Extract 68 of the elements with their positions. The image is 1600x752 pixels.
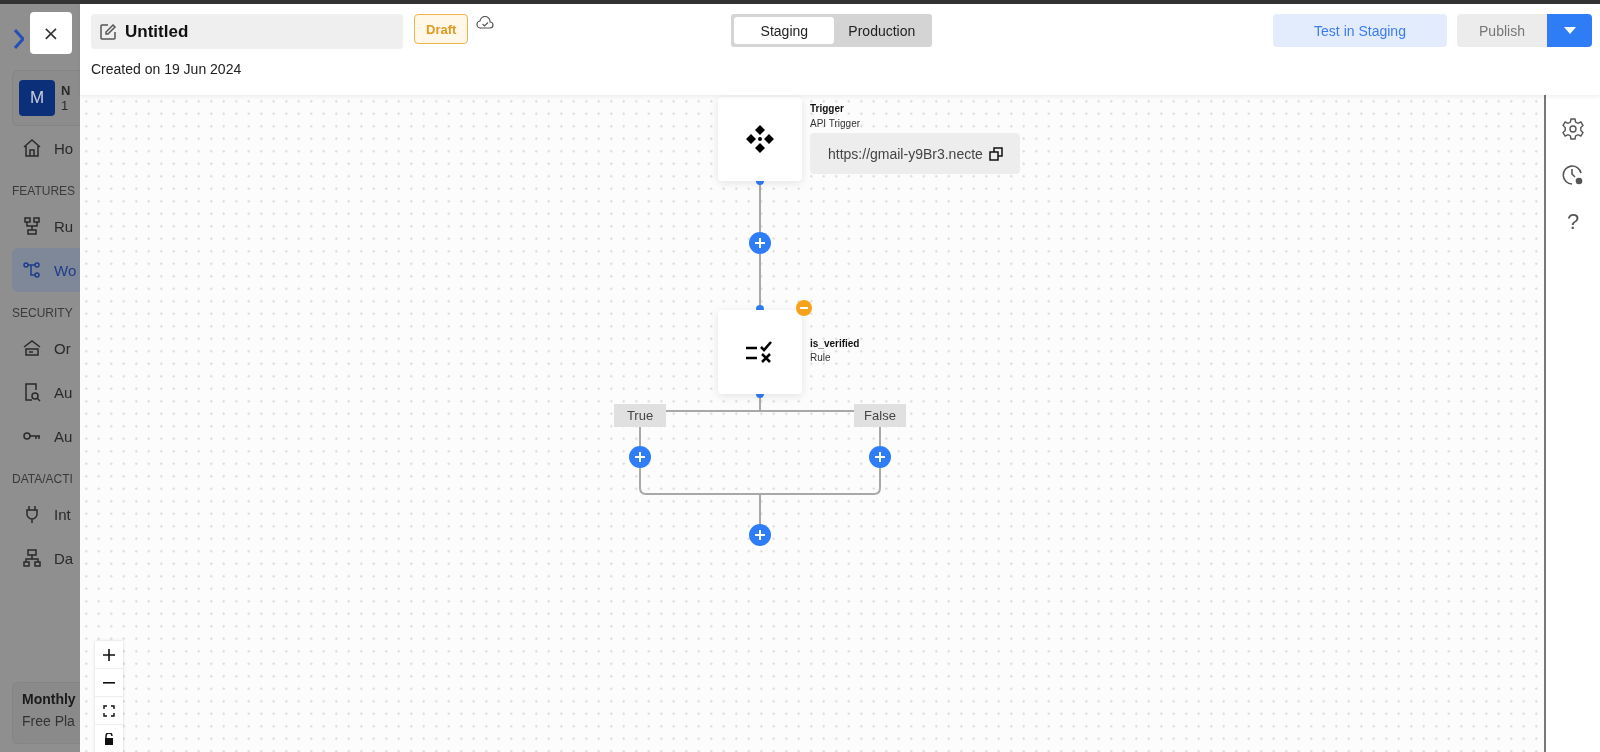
fit-view-button[interactable] (95, 697, 123, 725)
nav-item[interactable]: Wo (12, 248, 80, 292)
account-card[interactable]: M N 1 (12, 70, 80, 126)
section-title: SECURITY (12, 306, 74, 320)
add-step-button[interactable] (869, 446, 891, 468)
minus-icon (800, 307, 808, 309)
plus-icon (102, 647, 116, 662)
section-title: FEATURES (12, 184, 77, 198)
branch-label: True (614, 404, 666, 427)
lock-button[interactable] (95, 725, 123, 752)
section-title: DATA/ACTI (12, 472, 74, 486)
connector-line (639, 426, 641, 447)
plan-subtitle: Free Pla (22, 713, 76, 729)
add-step-button[interactable] (749, 232, 771, 254)
caret-icon (1563, 26, 1576, 35)
node-subtitle: API Trigger (810, 118, 861, 129)
test-button[interactable]: Test in Staging (1273, 14, 1447, 47)
edit-icon (99, 22, 117, 41)
zoom-out-button[interactable] (95, 669, 123, 697)
node-subtitle: Rule (810, 352, 831, 363)
cloud-check-icon (476, 16, 495, 30)
move-arrows-icon (745, 124, 775, 154)
title-field[interactable]: Untitled (91, 14, 403, 49)
tree-icon (22, 216, 42, 236)
status-badge: Draft (414, 14, 469, 44)
clock-gear-icon[interactable] (1561, 163, 1585, 187)
nav-item[interactable]: Ru (12, 204, 80, 248)
url-field[interactable]: https://gmail-y9Br3.necte (810, 133, 1020, 174)
account-detail: 1 (61, 98, 70, 113)
branch-label: False (854, 404, 906, 427)
plus-icon (755, 530, 765, 540)
account-name: N (61, 83, 71, 98)
plus-icon (875, 452, 885, 462)
connector-line (879, 426, 881, 447)
zoom-in-button[interactable] (95, 641, 123, 669)
copy-icon (988, 146, 1003, 161)
nav-item[interactable]: Ho (12, 126, 80, 170)
close-button[interactable]: × (30, 12, 72, 54)
nav-item[interactable]: Au (12, 414, 80, 458)
add-step-button[interactable] (629, 446, 651, 468)
nav-item[interactable]: Au (12, 370, 80, 414)
home-icon (22, 138, 42, 158)
nav-item[interactable]: Da (12, 536, 80, 580)
logo-icon (14, 28, 24, 50)
nav-item[interactable]: Or (12, 326, 80, 370)
help-button[interactable]: ? (1566, 209, 1580, 235)
network-icon (22, 548, 42, 568)
nav-item[interactable]: Int (12, 492, 80, 536)
dropdown-button[interactable] (1547, 14, 1592, 47)
lock-icon (104, 732, 114, 745)
rule-check-cross-icon (745, 340, 775, 364)
plan-title: Monthly (22, 691, 77, 707)
environment-tab[interactable]: Production (834, 17, 930, 44)
plus-icon (755, 238, 765, 248)
flow-icon (22, 260, 42, 280)
building-icon (22, 338, 42, 358)
node-title: is_verified (810, 338, 860, 349)
doc-search-icon (22, 382, 42, 402)
add-step-button[interactable] (749, 524, 771, 546)
created-date: Created on 19 Jun 2024 (91, 61, 243, 77)
node-title: Trigger (810, 103, 844, 114)
expand-icon (103, 704, 115, 717)
avatar: M (19, 80, 55, 116)
plus-icon (635, 452, 645, 462)
settings-icon[interactable] (1561, 117, 1585, 141)
minus-icon (103, 681, 115, 684)
environment-tab[interactable]: Staging (734, 17, 835, 44)
trigger-node[interactable] (718, 97, 802, 181)
